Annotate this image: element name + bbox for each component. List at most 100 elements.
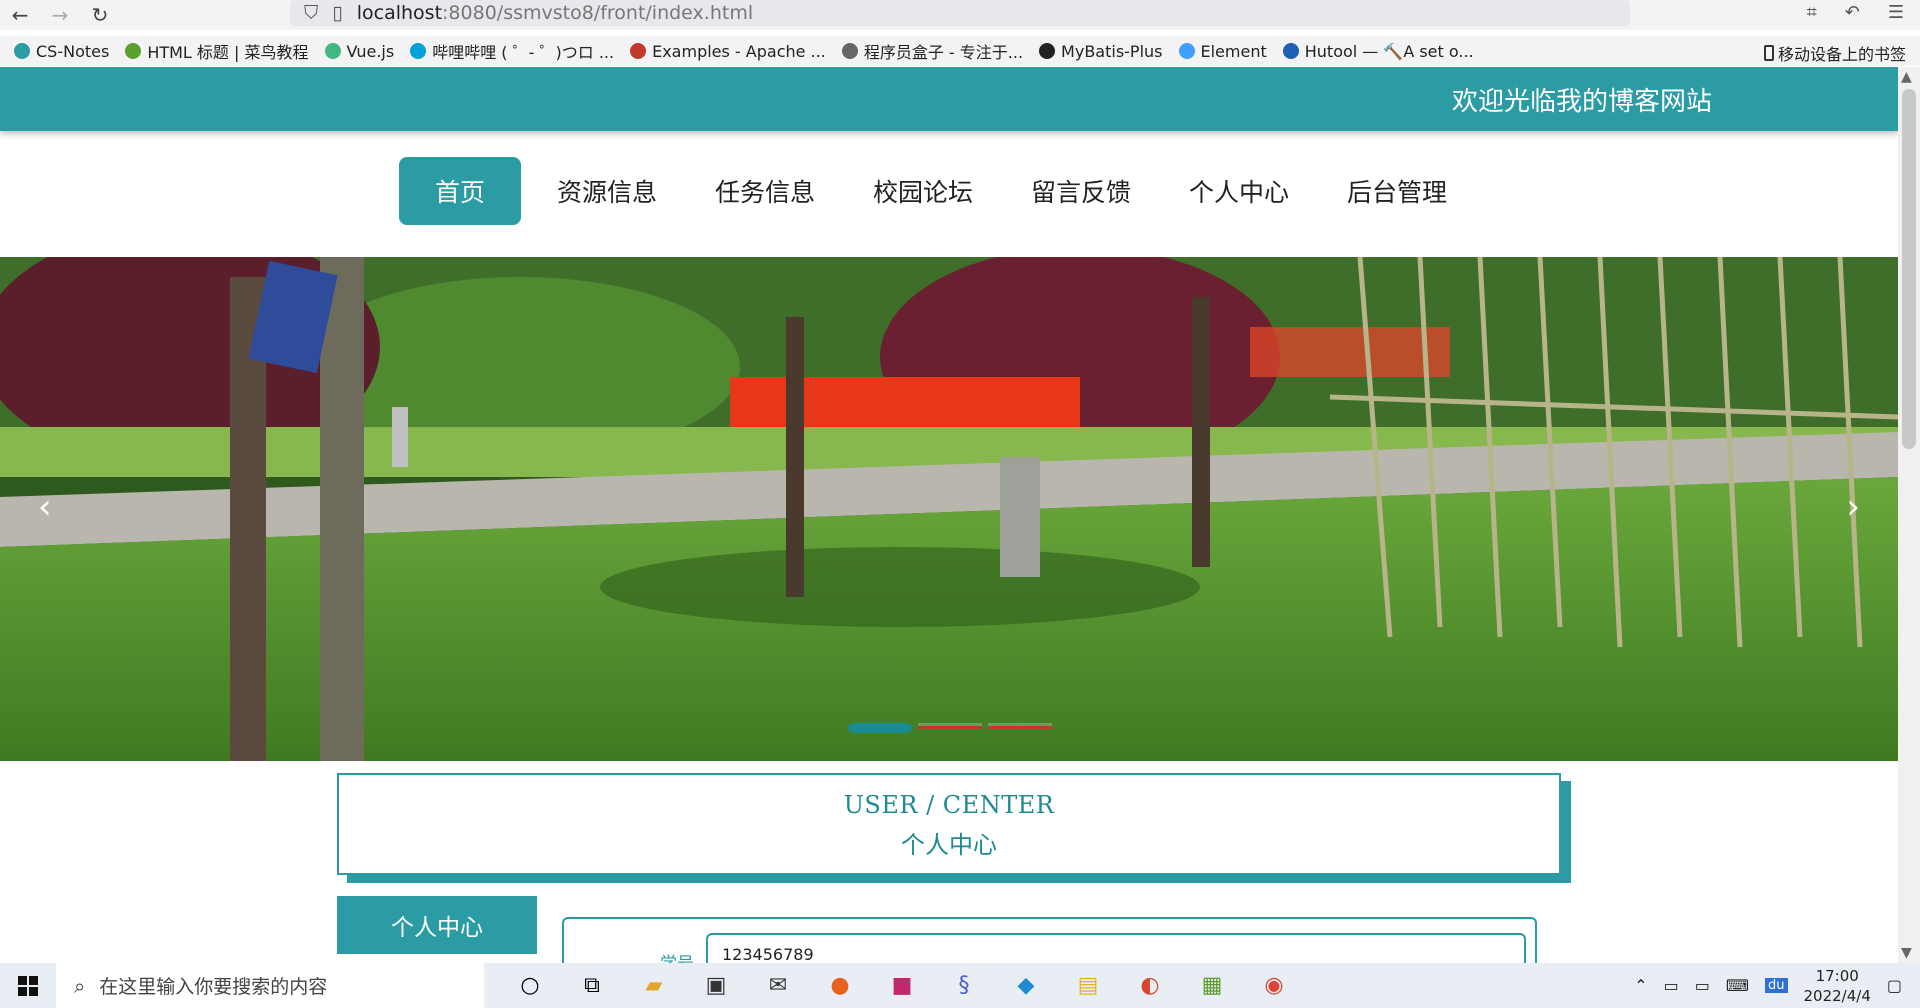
carousel-indicators — [848, 723, 1052, 733]
undo-icon[interactable]: ↶ — [1845, 2, 1860, 23]
page-scrollbar[interactable]: ▲ ▼ — [1898, 67, 1920, 963]
page-icon: ▯ — [332, 2, 343, 24]
bookmark-favicon-icon — [1039, 43, 1056, 59]
bookmark-item[interactable]: Examples - Apache ... — [630, 39, 826, 63]
bookmark-item[interactable]: 哔哩哔哩 ( ゜- ゜)つロ ... — [410, 39, 614, 63]
bookmark-favicon-icon — [410, 43, 427, 59]
bookmark-favicon-icon — [841, 43, 858, 59]
forward-icon[interactable]: → — [40, 3, 80, 27]
scroll-up-icon[interactable]: ▲ — [1901, 69, 1912, 85]
chevron-left-icon[interactable]: ‹ — [38, 487, 52, 527]
nav-item-3[interactable]: 校园论坛 — [851, 157, 995, 225]
taskbar-clock[interactable]: 17:00 2022/4/4 — [1804, 966, 1871, 1006]
bookmark-item[interactable]: CS-Notes — [14, 39, 109, 63]
scrollbar-thumb[interactable] — [1902, 89, 1916, 449]
crop-icon[interactable]: ⌗ — [1807, 2, 1817, 23]
main-nav: 首页 资源信息 任务信息 校园论坛 留言反馈 个人中心 后台管理 — [0, 157, 1898, 227]
windows-logo-icon — [18, 975, 38, 996]
back-icon[interactable]: ← — [0, 3, 40, 27]
firefox-icon[interactable]: ● — [822, 968, 858, 1004]
page-viewport: 欢迎光临我的博客网站 首页 资源信息 任务信息 校园论坛 留言反馈 个人中心 后台管理 — [0, 67, 1898, 963]
section-title-zh: 个人中心 — [901, 831, 997, 859]
address-bar[interactable]: ⛉ ▯ localhost:8080/ssmvsto8/front/index.… — [290, 0, 1630, 26]
taskbar-apps: ○ ⧉ ▰ ▣ ✉ ● ■ § ◆ ▤ ◐ ▦ ◉ — [512, 968, 1292, 1004]
bookmark-favicon-icon — [324, 43, 341, 59]
network-icon[interactable]: ▭ — [1664, 976, 1679, 995]
bookmark-favicon-icon — [1178, 43, 1195, 59]
task-view-icon[interactable]: ⧉ — [574, 968, 610, 1004]
bookmarks-bar: CS-Notes HTML 标题 | 菜鸟教程 Vue.js 哔哩哔哩 ( ゜- ゜)… — [0, 36, 1920, 66]
app-icon[interactable]: § — [946, 968, 982, 1004]
store-icon[interactable]: ▣ — [698, 968, 734, 1004]
carousel-banner[interactable]: ‹ › — [0, 257, 1898, 761]
bookmark-label: MyBatis-Plus — [1061, 41, 1163, 61]
bookmark-item[interactable]: Hutool — 🔨A set o... — [1282, 39, 1474, 63]
search-icon: ⌕ — [74, 973, 86, 998]
bookmark-item[interactable]: MyBatis-Plus — [1039, 39, 1163, 63]
bookmark-label: Examples - Apache ... — [652, 41, 826, 61]
bookmark-label: Vue.js — [346, 41, 395, 61]
browser-actions: ⌗ ↶ ☰ — [1807, 2, 1904, 23]
vscode-icon[interactable]: ◆ — [1008, 968, 1044, 1004]
notes-app-icon[interactable]: ▤ — [1070, 968, 1106, 1004]
os-taskbar: ⌕ 在这里输入你要搜索的内容 ○ ⧉ ▰ ▣ ✉ ● ■ § ◆ ▤ ◐ ▦ ◉… — [0, 963, 1920, 1008]
system-tray: ⌃ ▭ ▭ ⌨ du 17:00 2022/4/4 ▢ — [1634, 963, 1920, 1008]
nav-item-1[interactable]: 资源信息 — [535, 157, 679, 225]
bookmark-item[interactable]: 程序员盒子 - 专注于... — [841, 39, 1024, 63]
bookmark-item[interactable]: Element — [1178, 39, 1267, 63]
chevron-right-icon[interactable]: › — [1846, 487, 1860, 527]
bookmark-label: 哔哩哔哩 ( ゜- ゜)つロ ... — [432, 43, 615, 62]
browser-toolbar: ← → ↻ ⛉ ▯ localhost:8080/ssmvsto8/front/… — [0, 0, 1920, 30]
site-header: 欢迎光临我的博客网站 — [0, 67, 1898, 131]
cortana-icon[interactable]: ○ — [512, 968, 548, 1004]
bookmark-favicon-icon — [630, 43, 647, 59]
menu-icon[interactable]: ☰ — [1888, 2, 1904, 23]
keyboard-icon[interactable]: ⌨ — [1726, 976, 1749, 995]
nav-item-4[interactable]: 留言反馈 — [1009, 157, 1153, 225]
sidebar-tab-personal-center[interactable]: 个人中心 — [337, 896, 537, 954]
nav-item-0[interactable]: 首页 — [398, 157, 521, 225]
reload-icon[interactable]: ↻ — [80, 3, 120, 27]
welcome-text: 欢迎光临我的博客网站 — [1451, 87, 1712, 117]
scroll-down-icon[interactable]: ▼ — [1901, 945, 1912, 961]
chart-app-icon[interactable]: ▦ — [1194, 968, 1230, 1004]
mobile-bookmarks-label: 移动设备上的书签 — [1777, 45, 1906, 64]
clock-time: 17:00 — [1815, 966, 1859, 985]
notification-icon[interactable]: ▢ — [1887, 976, 1902, 995]
shield-icon: ⛉ — [304, 2, 319, 24]
chevron-up-icon[interactable]: ⌃ — [1634, 976, 1647, 995]
mobile-bookmarks[interactable]: 移动设备上的书签 — [1763, 41, 1906, 65]
nav-item-5[interactable]: 个人中心 — [1167, 157, 1311, 225]
bookmark-item[interactable]: Vue.js — [324, 39, 395, 63]
bookmark-item[interactable]: HTML 标题 | 菜鸟教程 — [125, 39, 309, 63]
bookmark-favicon-icon — [14, 43, 30, 59]
windows-start-button[interactable] — [0, 963, 56, 1008]
bookmark-label: Element — [1200, 41, 1267, 61]
shell-app-icon[interactable]: ◐ — [1132, 968, 1168, 1004]
bookmark-label: CS-Notes — [36, 41, 110, 61]
file-explorer-icon[interactable]: ▰ — [636, 968, 672, 1004]
bookmark-label: HTML 标题 | 菜鸟教程 — [147, 43, 309, 62]
display-icon[interactable]: ▭ — [1695, 976, 1710, 995]
banner-image — [0, 257, 1898, 761]
mail-icon[interactable]: ✉ — [760, 968, 796, 1004]
clock-date: 2022/4/4 — [1803, 986, 1871, 1005]
baidu-icon[interactable]: du — [1765, 978, 1788, 993]
student-id-input[interactable]: 123456789 — [706, 933, 1526, 963]
taskbar-search[interactable]: ⌕ 在这里输入你要搜索的内容 — [56, 963, 484, 1008]
section-title-card: USER / CENTER 个人中心 — [337, 773, 1561, 875]
carousel-dot[interactable] — [848, 723, 912, 733]
section-title-en: USER / CENTER — [843, 791, 1055, 819]
chrome-icon[interactable]: ◉ — [1256, 968, 1292, 1004]
carousel-dot[interactable] — [988, 723, 1052, 729]
intellij-icon[interactable]: ■ — [884, 968, 920, 1004]
url-host: localhost — [356, 2, 443, 24]
bookmark-label: Hutool — 🔨A set o... — [1304, 41, 1474, 61]
url-path: :8080/ssmvsto8/front/index.html — [442, 2, 754, 24]
carousel-dot[interactable] — [918, 723, 982, 729]
mobile-icon — [1763, 45, 1774, 61]
bookmark-favicon-icon — [125, 43, 142, 59]
nav-item-6[interactable]: 后台管理 — [1325, 157, 1469, 225]
bookmark-label: 程序员盒子 - 专注于... — [863, 43, 1024, 62]
nav-item-2[interactable]: 任务信息 — [693, 157, 837, 225]
